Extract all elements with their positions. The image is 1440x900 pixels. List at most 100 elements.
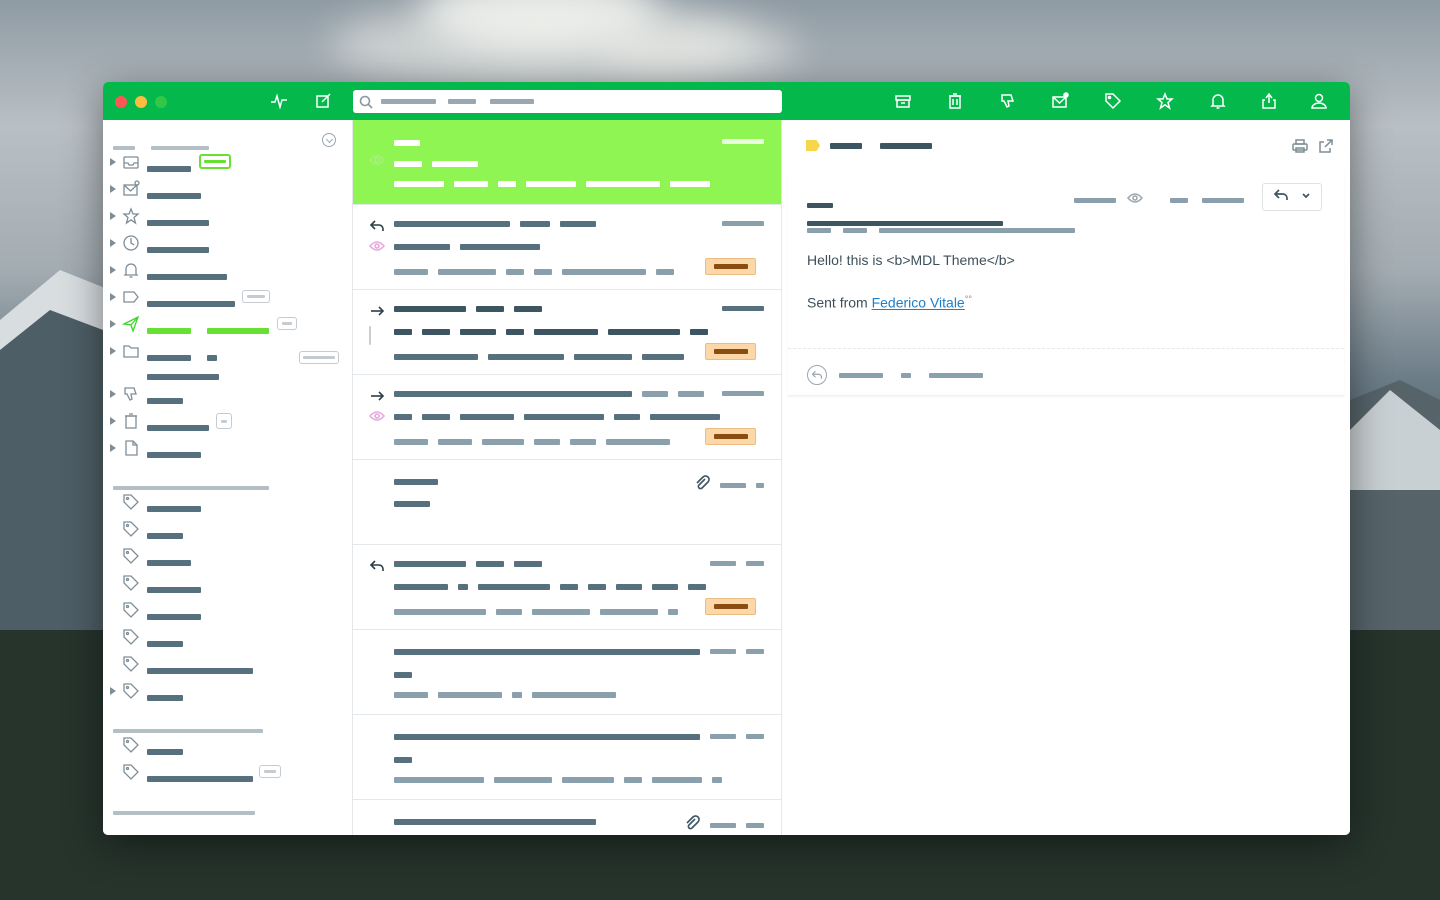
sidebar-label-item[interactable] xyxy=(103,600,353,622)
replied-icon xyxy=(369,218,385,234)
sidebar-item-reminders[interactable] xyxy=(103,260,353,282)
sidebar-item-label xyxy=(147,500,201,518)
sender-link[interactable]: Federico Vitale xyxy=(872,295,965,311)
message-item[interactable] xyxy=(353,205,781,290)
label-flag-icon xyxy=(806,140,820,151)
sidebar-item-label xyxy=(147,554,191,572)
search-icon xyxy=(359,95,373,109)
message-item[interactable] xyxy=(353,120,781,205)
sidebar-label-item[interactable] xyxy=(103,519,353,541)
expand-arrow-icon[interactable] xyxy=(110,185,116,193)
sidebar-label-item[interactable] xyxy=(103,492,353,514)
eye-icon[interactable] xyxy=(1126,190,1144,211)
sidebar-item-spam[interactable] xyxy=(103,384,353,406)
count-badge xyxy=(299,351,339,364)
reply-button[interactable] xyxy=(1262,183,1322,211)
sidebar-label-item[interactable] xyxy=(103,573,353,595)
sidebar-item-inbox[interactable] xyxy=(103,152,353,174)
sidebar-item-trash[interactable] xyxy=(103,411,353,433)
sidebar-label-item[interactable] xyxy=(103,762,353,784)
tag-icon xyxy=(122,547,140,565)
sidebar-item-snoozed[interactable] xyxy=(103,233,353,255)
sidebar-item-label xyxy=(147,689,183,707)
draft-icon xyxy=(122,439,140,457)
expand-arrow-icon[interactable] xyxy=(110,347,116,355)
collapse-toggle-icon[interactable] xyxy=(322,133,336,147)
expand-arrow-icon[interactable] xyxy=(110,444,116,452)
search-placeholder xyxy=(448,99,476,104)
message-item[interactable] xyxy=(353,290,781,375)
close-window-button[interactable] xyxy=(115,96,127,108)
expand-arrow-icon[interactable] xyxy=(110,212,116,220)
sidebar-item-unread[interactable] xyxy=(103,179,353,201)
open-new-window-icon[interactable] xyxy=(1318,138,1334,159)
mail-window: Hello! this is <b>MDL Theme</b> Sent fro… xyxy=(103,82,1350,835)
sidebar-item-label xyxy=(147,662,253,680)
reading-pane: Hello! this is <b>MDL Theme</b> Sent fro… xyxy=(782,120,1350,835)
search-placeholder xyxy=(381,99,436,104)
recipients xyxy=(807,228,1075,233)
bell-icon[interactable] xyxy=(1209,92,1227,110)
account-icon[interactable] xyxy=(1310,92,1328,110)
expand-arrow-icon[interactable] xyxy=(110,239,116,247)
share-icon[interactable] xyxy=(1260,92,1278,110)
message-body-line: Hello! this is <b>MDL Theme</b> xyxy=(807,252,1015,268)
signature-line: Sent from Federico Vitale°° xyxy=(807,294,972,311)
sidebar-label-item[interactable] xyxy=(103,735,353,757)
message-item[interactable] xyxy=(353,630,781,715)
expand-arrow-icon[interactable] xyxy=(110,320,116,328)
reply-circle-icon[interactable] xyxy=(807,365,827,385)
message-item[interactable] xyxy=(353,545,781,630)
label-outline-icon xyxy=(369,326,385,345)
zoom-window-button[interactable] xyxy=(155,96,167,108)
compose-icon[interactable] xyxy=(314,92,332,110)
sidebar-label-item[interactable] xyxy=(103,546,353,568)
chevron-down-icon[interactable] xyxy=(1301,188,1311,206)
mark-unread-icon[interactable] xyxy=(1051,92,1069,110)
minimize-window-button[interactable] xyxy=(135,96,147,108)
trash-icon[interactable] xyxy=(946,92,964,110)
expand-arrow-icon[interactable] xyxy=(110,390,116,398)
clock-icon xyxy=(122,234,140,252)
trash-icon xyxy=(122,412,140,430)
reply-icon[interactable] xyxy=(1273,187,1289,208)
label-icon[interactable] xyxy=(1104,92,1122,110)
message-item[interactable] xyxy=(353,800,781,835)
expand-arrow-icon[interactable] xyxy=(110,266,116,274)
expand-arrow-icon[interactable] xyxy=(110,158,116,166)
sidebar-item-sent[interactable] xyxy=(103,314,353,336)
activity-icon[interactable] xyxy=(270,92,288,110)
sidebar-item-label xyxy=(147,322,269,340)
archive-icon[interactable] xyxy=(894,92,912,110)
tag-icon xyxy=(122,655,140,673)
sidebar-item-label xyxy=(147,392,183,410)
expand-arrow-icon[interactable] xyxy=(110,687,116,695)
sidebar-item-label xyxy=(147,635,183,653)
search-placeholder xyxy=(490,99,534,104)
quick-reply-bar[interactable] xyxy=(807,365,983,385)
message-item[interactable] xyxy=(353,375,781,460)
sidebar-label-item[interactable] xyxy=(103,681,353,703)
sidebar-item-folder[interactable] xyxy=(103,341,353,381)
divider xyxy=(788,348,1344,349)
subject-label xyxy=(880,142,932,149)
sidebar-item-important[interactable] xyxy=(103,287,353,309)
star-icon xyxy=(122,207,140,225)
sidebar-item-label xyxy=(147,743,183,761)
reader-tools xyxy=(1292,138,1334,159)
message-item[interactable] xyxy=(353,460,781,545)
sidebar-label-item[interactable] xyxy=(103,627,353,649)
sidebar-label-item[interactable] xyxy=(103,654,353,676)
print-icon[interactable] xyxy=(1292,138,1308,159)
eye-icon xyxy=(368,408,386,424)
message-item[interactable] xyxy=(353,715,781,800)
sidebar-item-drafts[interactable] xyxy=(103,438,353,460)
search-bar[interactable] xyxy=(353,90,782,113)
expand-arrow-icon[interactable] xyxy=(110,293,116,301)
spam-icon[interactable] xyxy=(999,92,1017,110)
sidebar-item-starred[interactable] xyxy=(103,206,353,228)
expand-arrow-icon[interactable] xyxy=(110,417,116,425)
message-meta xyxy=(1074,190,1244,211)
sidebar-item-label xyxy=(147,446,201,464)
star-icon[interactable] xyxy=(1156,91,1174,110)
